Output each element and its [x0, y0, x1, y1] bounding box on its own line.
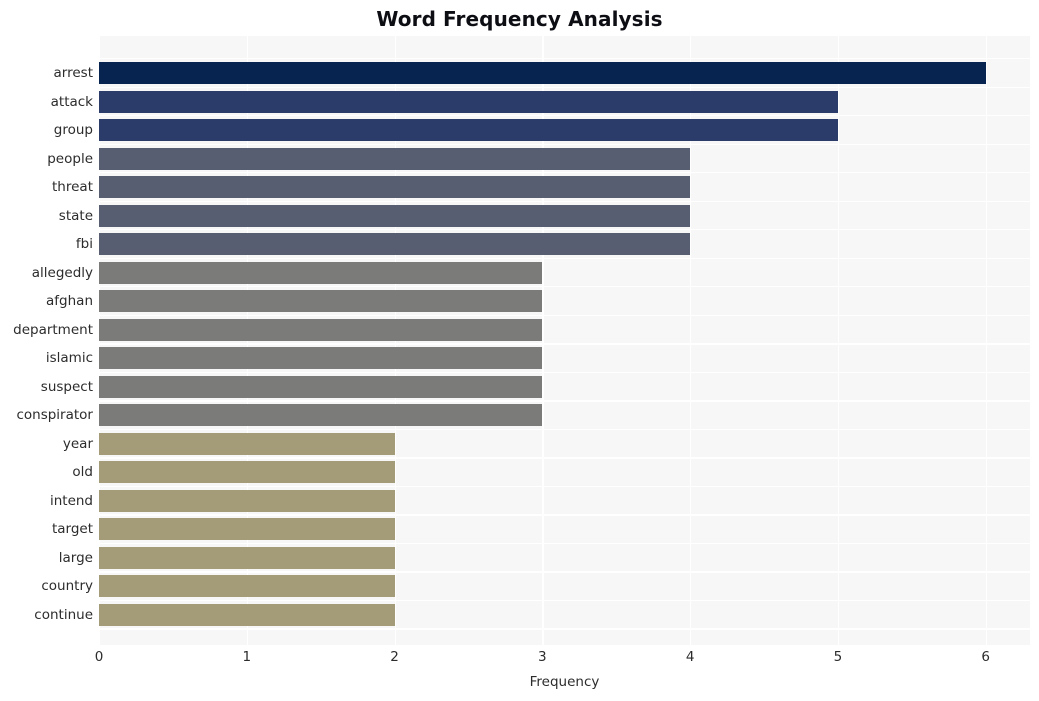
y-tick-label-suspect: suspect: [40, 378, 93, 395]
gridline-x-6: [985, 36, 987, 645]
bar-allegedly[interactable]: [99, 261, 543, 284]
y-tick-label-fbi: fbi: [75, 236, 93, 253]
bar-people[interactable]: [99, 147, 691, 170]
bar-intend[interactable]: [99, 489, 395, 512]
x-tick-label-0: 0: [94, 649, 104, 665]
gridline-y: [99, 428, 1030, 431]
y-tick-label-islamic: islamic: [45, 350, 93, 367]
y-tick-label-large: large: [58, 549, 93, 566]
x-axis-title: Frequency: [529, 674, 600, 690]
y-tick-label-group: group: [53, 122, 93, 139]
gridline-y: [99, 542, 1030, 545]
y-tick-label-country: country: [41, 578, 93, 595]
y-tick-label-attack: attack: [50, 93, 93, 110]
gridline-y: [99, 343, 1030, 345]
gridline-y: [99, 86, 1030, 88]
x-tick-label-2: 2: [390, 649, 399, 665]
y-tick-label-arrest: arrest: [53, 65, 93, 81]
y-tick-label-afghan: afghan: [46, 293, 93, 310]
gridline-y: [99, 229, 1030, 231]
bar-target[interactable]: [99, 518, 395, 541]
bar-department[interactable]: [99, 318, 543, 341]
y-tick-label-old: old: [72, 464, 93, 481]
y-tick-label-target: target: [51, 521, 93, 538]
gridline-y: [99, 286, 1030, 288]
gridline-y: [99, 314, 1030, 317]
y-axis-tick-labels: arrest attack group people threat state fbi all…: [0, 36, 93, 645]
x-axis-tick-labels: 0 1 2 3 4 5 6: [0, 649, 1039, 669]
y-tick-label-continue: continue: [34, 606, 93, 623]
bar-conspirator[interactable]: [99, 404, 543, 427]
gridline-y: [99, 457, 1030, 459]
gridline-y: [99, 257, 1030, 259]
y-tick-label-people: people: [47, 150, 93, 167]
bar-suspect[interactable]: [99, 375, 543, 398]
gridline-y: [99, 115, 1030, 117]
y-tick-label-allegedly: allegedly: [31, 264, 93, 281]
y-tick-label-department: department: [13, 321, 93, 338]
y-tick-label-year: year: [62, 435, 93, 452]
y-tick-label-state: state: [58, 207, 93, 224]
bar-attack[interactable]: [99, 90, 838, 113]
y-tick-label-intend: intend: [49, 492, 93, 509]
bar-year[interactable]: [99, 432, 395, 455]
bar-threat[interactable]: [99, 176, 691, 199]
gridline-y: [99, 143, 1030, 145]
bar-state[interactable]: [99, 204, 691, 227]
x-tick-label-3: 3: [538, 649, 547, 665]
y-tick-label-threat: threat: [52, 179, 93, 196]
gridline-y: [99, 628, 1030, 630]
plot-area: [99, 36, 1030, 645]
gridline-y: [99, 571, 1030, 573]
bar-large[interactable]: [99, 546, 395, 569]
gridline-y: [99, 514, 1030, 516]
bar-group[interactable]: [99, 119, 838, 142]
gridline-y: [99, 200, 1030, 202]
bar-country[interactable]: [99, 575, 395, 598]
word-frequency-bar-chart: Word Frequency Analysis arrest attack grou…: [0, 0, 1039, 701]
gridline-y: [99, 599, 1030, 602]
bar-islamic[interactable]: [99, 347, 543, 370]
gridline-y: [99, 485, 1030, 488]
x-tick-label-1: 1: [242, 649, 252, 665]
y-tick-label-conspirator: conspirator: [16, 407, 93, 424]
gridline-y: [99, 172, 1030, 174]
x-tick-label-6: 6: [981, 649, 990, 665]
bar-continue[interactable]: [99, 603, 395, 626]
gridline-y: [99, 371, 1030, 374]
chart-title: Word Frequency Analysis: [376, 7, 663, 31]
x-tick-label-5: 5: [833, 649, 843, 665]
bar-afghan[interactable]: [99, 290, 543, 313]
gridline-y: [99, 400, 1030, 402]
bar-fbi[interactable]: [99, 233, 691, 256]
gridline-y: [99, 58, 1030, 60]
bar-arrest[interactable]: [99, 62, 986, 84]
bar-old[interactable]: [99, 461, 395, 484]
x-tick-label-4: 4: [685, 649, 695, 665]
gridline-x-5: [837, 36, 840, 645]
